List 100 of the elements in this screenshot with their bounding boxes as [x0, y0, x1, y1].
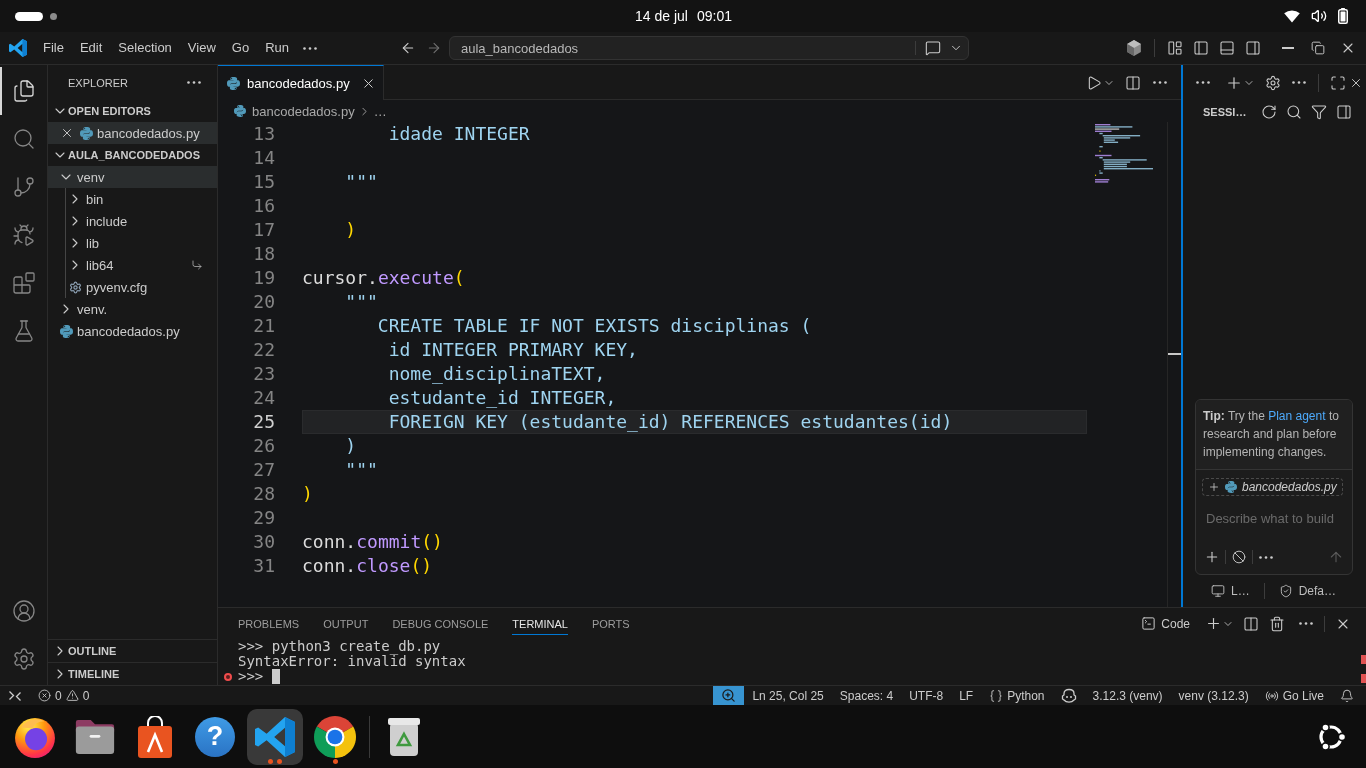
breadcrumb-item[interactable]: bancodedados.py [234, 103, 355, 119]
section-header[interactable]: OPEN EDITORS [48, 100, 217, 122]
tree-item[interactable]: include [66, 210, 217, 232]
volume-icon [1311, 8, 1327, 24]
panel-tab[interactable]: PROBLEMS [226, 610, 312, 637]
wifi-icon [1284, 9, 1300, 23]
cursor-position-marker [1168, 353, 1181, 355]
menu-item[interactable]: Edit [71, 37, 111, 59]
tree-item[interactable]: venv. [48, 298, 217, 320]
command-center[interactable]: aula_bancodedados [449, 36, 969, 60]
code-line: ) [344, 218, 357, 242]
file-attachment-chip[interactable]: bancodedados.py [1202, 478, 1343, 496]
more-icon [303, 46, 317, 50]
line-number: 29 [253, 506, 275, 530]
code-line: """ [344, 458, 378, 482]
open-editor-item[interactable]: bancodedados.py [48, 122, 217, 144]
live-server-button[interactable]: Go Live [1256, 686, 1332, 705]
code-line: conn.close() [302, 554, 433, 578]
tree-item[interactable]: pyvenv.cfg [66, 276, 217, 298]
problems-button[interactable]: 0 0 [30, 686, 98, 705]
dock-item[interactable] [247, 708, 303, 765]
panel-bottom-icon [1219, 40, 1235, 56]
line-number: 16 [253, 194, 275, 218]
chat-input[interactable]: Describe what to build [1202, 508, 1342, 528]
line-number: 28 [253, 482, 275, 506]
tree-item[interactable]: bancodedados.py [48, 320, 217, 342]
terminal-prompt: >>> [238, 669, 264, 684]
tree-item[interactable]: lib [66, 232, 217, 254]
filter-icon [1311, 104, 1327, 120]
search-icon [11, 127, 36, 151]
status-item[interactable]: Ln 25, Col 25 [744, 686, 832, 705]
tree-item[interactable]: bin [66, 188, 217, 210]
warning-icon [65, 689, 79, 702]
tree-item[interactable]: venv [48, 166, 217, 188]
python-file-icon [234, 105, 246, 117]
code-line: id INTEGER PRIMARY KEY, [387, 338, 638, 362]
language-button[interactable]: Python [981, 686, 1053, 705]
code-line: conn.commit() [302, 530, 443, 554]
line-number: 21 [253, 314, 275, 338]
dock-item[interactable]: ? [187, 708, 243, 765]
code-line: nome_disciplinaTEXT, [387, 362, 606, 386]
more-icon [1196, 81, 1210, 84]
picker-button[interactable]: Defa… [1274, 582, 1341, 600]
menu-item[interactable]: Go [223, 37, 258, 59]
panel-right-icon [1336, 104, 1352, 120]
python-file-icon [59, 324, 73, 338]
code-line: cursor.execute( [302, 266, 465, 290]
status-item[interactable]: UTF-8 [901, 686, 952, 705]
menu-item[interactable]: File [35, 37, 72, 59]
terminal-line: SyntaxError: invalid syntax [237, 654, 467, 669]
panel-tab[interactable]: OUTPUT [311, 610, 381, 637]
split-icon [1125, 74, 1141, 91]
bell-icon [1340, 688, 1354, 703]
editor-tab[interactable]: bancodedados.py [218, 65, 384, 100]
braces-icon [989, 688, 1004, 703]
line-number: 17 [253, 218, 275, 242]
status-item[interactable]: Spaces: 4 [831, 686, 902, 705]
line-number: 30 [253, 530, 275, 554]
tree-item[interactable]: lib64 [66, 254, 217, 276]
error-decoration-icon[interactable] [224, 672, 232, 681]
menu-item[interactable]: Run [257, 37, 297, 59]
status-item[interactable]: 3.12.3 (venv) [1084, 686, 1171, 705]
monitor-icon [1211, 584, 1225, 598]
arrow-left-icon [400, 40, 416, 56]
more-icon [1259, 555, 1273, 559]
plus-icon [1208, 481, 1220, 493]
zoom-button[interactable] [713, 686, 745, 705]
terminal-cursor [272, 669, 281, 684]
line-number: 23 [253, 362, 275, 386]
panel-right-icon [1245, 40, 1261, 56]
flame-globe-icon [14, 715, 56, 758]
folder-icon [75, 719, 115, 754]
line-number: 26 [253, 434, 275, 458]
battery-icon [1338, 8, 1348, 24]
panel-tab[interactable]: PORTS [579, 610, 642, 637]
menu-item[interactable]: View [179, 37, 224, 59]
terminal-icon [1141, 616, 1157, 631]
line-number: 31 [253, 554, 275, 578]
panel-tab[interactable]: TERMINAL [500, 610, 580, 637]
python-file-icon [227, 76, 240, 90]
arrow-right-icon [426, 40, 442, 56]
panel-tab[interactable]: DEBUG CONSOLE [380, 610, 501, 637]
broadcast-icon [1264, 688, 1279, 703]
maximize-icon [1330, 74, 1346, 91]
section-header[interactable]: OUTLINE [48, 639, 217, 662]
close-icon [60, 126, 74, 140]
minimap[interactable] [1095, 124, 1153, 183]
trash-icon [1269, 615, 1285, 632]
tip-link[interactable]: Plan agent [1268, 409, 1326, 423]
terminal-profile-button[interactable]: Code [1137, 614, 1194, 633]
picker-button[interactable]: L… [1207, 582, 1254, 600]
menu-item[interactable]: Selection [110, 37, 180, 59]
section-header[interactable]: AULA_BANCODEDADOS [48, 144, 217, 166]
workspace-indicator[interactable] [15, 11, 43, 21]
status-item[interactable]: LF [951, 686, 982, 705]
breadcrumb-item[interactable]: … [373, 103, 387, 119]
more-icon [1153, 81, 1167, 84]
status-item[interactable]: venv (3.12.3) [1170, 686, 1257, 705]
clock-button[interactable]: 14 de jul 09:01 [627, 6, 740, 26]
line-number: 18 [253, 242, 275, 266]
